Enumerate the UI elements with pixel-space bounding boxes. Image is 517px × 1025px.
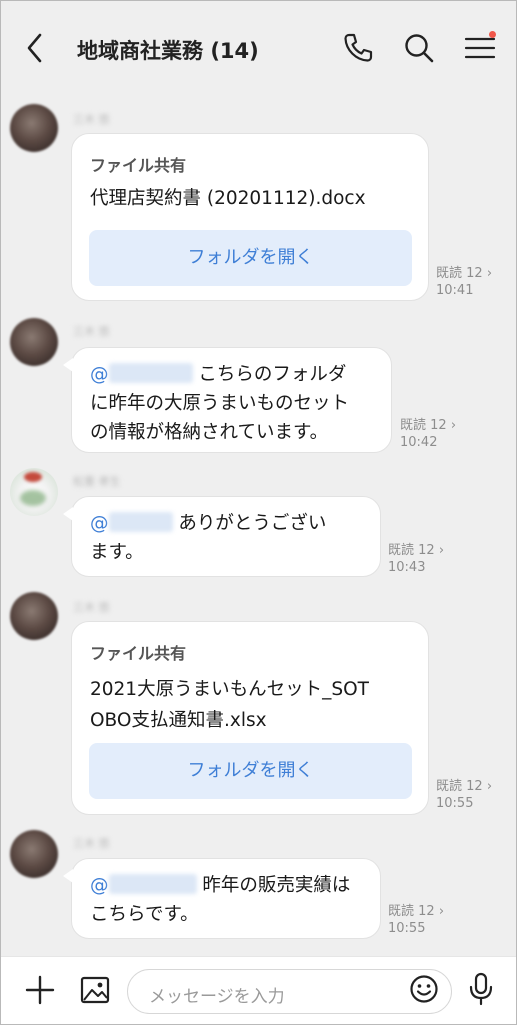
avatar[interactable] — [10, 104, 58, 152]
message-meta: 既読 12 › 10:41 — [436, 265, 492, 299]
text-message-bubble[interactable]: @ 昨年の販売実績は こちらです。 — [63, 858, 381, 939]
mention[interactable]: @ — [90, 512, 173, 534]
chevron-left-icon — [27, 33, 42, 63]
read-receipt[interactable]: 既読 12 › — [400, 417, 456, 434]
chat-screen: 地域商社業務 (14) 三木 悠 ファイル共有 代理店契約書 (20201112… — [0, 0, 517, 1025]
emoji-button[interactable] — [409, 974, 439, 1004]
phone-icon — [344, 33, 373, 62]
text-message-bubble[interactable]: @ こちらのフォルダ に昨年の大原うまいものセット の情報が格納されています。 — [63, 347, 392, 453]
message-text-content: @ ありがとうござい ます。 — [90, 512, 327, 563]
image-icon — [80, 976, 110, 1004]
smiley-icon — [410, 975, 438, 1003]
sender-name-blurred: 三木 悠 — [73, 113, 110, 126]
attach-button[interactable] — [25, 975, 55, 1005]
open-folder-button[interactable]: フォルダを開く — [89, 230, 412, 286]
chat-header: 地域商社業務 (14) — [1, 1, 516, 93]
mention[interactable]: @ — [90, 363, 193, 385]
sender-name-blurred: 三木 悠 — [73, 325, 110, 338]
plus-icon — [25, 975, 55, 1005]
notification-dot — [489, 31, 496, 38]
avatar[interactable] — [10, 830, 58, 878]
file-message-bubble[interactable]: ファイル共有 代理店契約書 (20201112).docx フォルダを開く — [71, 133, 429, 301]
search-button[interactable] — [402, 31, 436, 65]
file-message-bubble[interactable]: ファイル共有 2021大原うまいもんセット_SOT OBO支払通知書.xlsx … — [71, 621, 429, 815]
search-icon — [405, 34, 434, 63]
sender-name-blurred: 松重 孝生 — [73, 475, 121, 488]
message-input[interactable]: メッセージを入力 — [127, 969, 452, 1014]
file-share-label: ファイル共有 — [90, 644, 187, 663]
read-receipt[interactable]: 既読 12 › — [436, 778, 492, 795]
timestamp: 10:42 — [400, 435, 438, 450]
menu-button[interactable] — [463, 31, 497, 65]
image-button[interactable] — [80, 975, 110, 1005]
chat-title-name: 地域商社業務 — [77, 39, 203, 63]
avatar[interactable] — [10, 592, 58, 640]
avatar[interactable] — [10, 318, 58, 366]
chat-title: 地域商社業務 (14) — [77, 35, 259, 65]
microphone-icon — [469, 972, 493, 1006]
message-meta: 既読 12 › 10:55 — [436, 778, 492, 812]
timestamp: 10:41 — [436, 283, 474, 298]
message-text-content: @ 昨年の販売実績は こちらです。 — [90, 874, 351, 925]
file-name: 2021大原うまいもんセット_SOT OBO支払通知書.xlsx — [90, 679, 369, 731]
timestamp: 10:55 — [388, 921, 426, 936]
timestamp: 10:55 — [436, 796, 474, 811]
voice-button[interactable] — [466, 972, 496, 1006]
avatar[interactable] — [10, 468, 58, 516]
text-message-bubble[interactable]: @ ありがとうござい ます。 — [63, 496, 381, 577]
message-meta: 既読 12 › 10:55 — [388, 903, 444, 937]
sender-name-blurred: 三木 悠 — [73, 601, 110, 614]
back-button[interactable] — [21, 31, 51, 65]
message-meta: 既読 12 › 10:43 — [388, 542, 444, 576]
sender-name-blurred: 三木 悠 — [73, 837, 110, 850]
timestamp: 10:43 — [388, 560, 426, 575]
message-meta: 既読 12 › 10:42 — [400, 417, 456, 451]
member-count: (14) — [210, 39, 259, 63]
open-folder-button[interactable]: フォルダを開く — [89, 743, 412, 799]
read-receipt[interactable]: 既読 12 › — [436, 265, 492, 282]
message-composer: メッセージを入力 — [1, 956, 516, 1024]
call-button[interactable] — [341, 31, 375, 65]
mention[interactable]: @ — [90, 874, 197, 896]
message-input-placeholder: メッセージを入力 — [149, 987, 285, 1007]
message-text-content: @ こちらのフォルダ に昨年の大原うまいものセット の情報が格納されています。 — [90, 363, 350, 443]
file-share-label: ファイル共有 — [90, 156, 187, 175]
read-receipt[interactable]: 既読 12 › — [388, 542, 444, 559]
file-name: 代理店契約書 (20201112).docx — [90, 188, 366, 209]
read-receipt[interactable]: 既読 12 › — [388, 903, 444, 920]
